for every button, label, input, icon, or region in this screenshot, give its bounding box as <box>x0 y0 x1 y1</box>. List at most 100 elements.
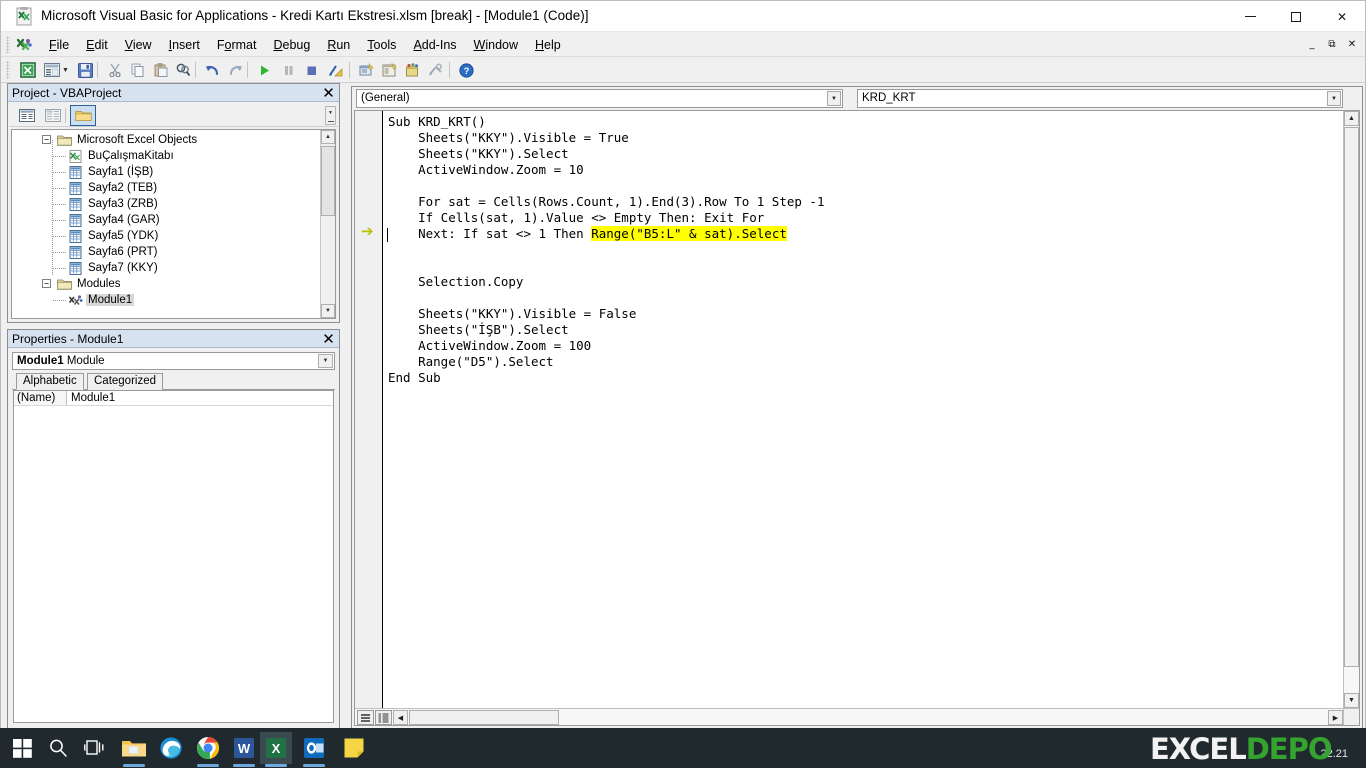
task-view-icon[interactable] <box>78 732 110 764</box>
tree-scroll-down-button[interactable]: ▼ <box>321 304 335 318</box>
scroll-left-button[interactable]: ◀ <box>393 710 408 725</box>
copy-icon[interactable] <box>127 60 148 80</box>
redo-icon[interactable] <box>225 60 246 80</box>
menu-format[interactable]: Format <box>209 35 265 55</box>
vertical-scroll-thumb[interactable] <box>1344 127 1359 667</box>
toggle-folders-icon[interactable] <box>70 105 96 126</box>
word-icon[interactable]: W <box>228 732 260 767</box>
tab-categorized[interactable]: Categorized <box>87 373 164 390</box>
menu-debug[interactable]: Debug <box>265 35 318 55</box>
run-icon[interactable] <box>254 60 275 80</box>
code-horizontal-scrollbar[interactable]: ◀ ▶ <box>355 708 1343 725</box>
mdi-restore-button[interactable]: ⧉ <box>1323 36 1341 53</box>
properties-object-selector[interactable]: Module1 Module ▼ <box>12 352 335 370</box>
scroll-up-button[interactable]: ▲ <box>1344 111 1359 126</box>
properties-object-dropdown-arrow[interactable]: ▼ <box>318 354 333 368</box>
menu-tools[interactable]: Tools <box>359 35 404 55</box>
sticky-notes-icon[interactable] <box>338 732 370 764</box>
find-icon[interactable] <box>173 60 194 80</box>
procedure-dropdown[interactable]: KRD_KRT ▼ <box>857 89 1343 108</box>
code-window: (General) ▼ KRD_KRT ▼ ➔ Sub KRD_KRT() Sh… <box>351 86 1363 729</box>
tree-node-modules[interactable]: − Modules <box>12 276 319 292</box>
code-line: Sheets("KKY").Visible = False <box>388 306 637 321</box>
cut-icon[interactable] <box>104 60 125 80</box>
project-explorer-close-button[interactable]: ✕ <box>320 84 337 102</box>
full-module-view-button[interactable] <box>375 710 392 725</box>
procedure-dropdown-arrow[interactable]: ▼ <box>1327 91 1341 106</box>
menu-help[interactable]: Help <box>527 35 569 55</box>
tree-node-sheet7[interactable]: Sayfa7 (KKY) <box>12 260 319 276</box>
view-object-icon[interactable] <box>41 106 65 125</box>
code-vertical-scrollbar[interactable]: ▲ ▼ <box>1343 111 1359 708</box>
tree-scroll-up-button[interactable]: ▲ <box>321 130 335 144</box>
search-icon[interactable] <box>42 732 74 764</box>
excel-icon[interactable]: X <box>260 732 292 767</box>
object-dropdown[interactable]: (General) ▼ <box>356 89 843 108</box>
menu-run[interactable]: Run <box>319 35 358 55</box>
view-excel-icon[interactable] <box>17 60 38 80</box>
help-icon[interactable]: ? <box>456 60 477 80</box>
paste-icon[interactable] <box>150 60 171 80</box>
tree-node-sheet3[interactable]: Sayfa3 (ZRB) <box>12 196 319 212</box>
tree-node-sheet6[interactable]: Sayfa6 (PRT) <box>12 244 319 260</box>
outlook-icon[interactable] <box>298 732 330 767</box>
tree-node-workbook[interactable]: BuÇalışmaKitabı <box>12 148 319 164</box>
property-value[interactable]: Module1 <box>67 391 333 405</box>
tree-node-excel-objects[interactable]: − Microsoft Excel Objects <box>12 132 319 148</box>
scroll-right-button[interactable]: ▶ <box>1328 710 1343 725</box>
undo-icon[interactable] <box>202 60 223 80</box>
start-button[interactable] <box>6 732 38 764</box>
tree-node-sheet5[interactable]: Sayfa5 (YDK) <box>12 228 319 244</box>
break-icon[interactable] <box>278 60 299 80</box>
tree-scroll-thumb[interactable] <box>321 146 335 216</box>
menu-file[interactable]: FFileile <box>41 35 77 55</box>
menu-window[interactable]: Window <box>466 35 526 55</box>
project-explorer-overflow-button[interactable]: ▼ <box>325 106 336 125</box>
toolbox-icon[interactable] <box>425 60 446 80</box>
tree-node-sheet1[interactable]: Sayfa1 (İŞB) <box>12 164 319 180</box>
window-maximize-button[interactable] <box>1273 1 1319 32</box>
reset-icon[interactable] <box>301 60 322 80</box>
tree-node-sheet2[interactable]: Sayfa2 (TEB) <box>12 180 319 196</box>
object-dropdown-arrow[interactable]: ▼ <box>827 91 841 106</box>
toolbar-grip[interactable] <box>6 61 10 79</box>
object-browser-icon[interactable] <box>402 60 423 80</box>
procedure-dropdown-value: KRD_KRT <box>862 92 916 104</box>
view-code-icon[interactable] <box>15 106 39 125</box>
window-close-button[interactable]: ✕ <box>1319 1 1365 32</box>
window-minimize-button[interactable] <box>1227 1 1273 32</box>
properties-panel: Properties - Module1 ✕ Module1 Module ▼ … <box>7 329 340 729</box>
tree-expander-modules[interactable]: − <box>42 279 51 288</box>
menu-insert[interactable]: Insert <box>161 35 208 55</box>
menu-view[interactable]: View <box>117 35 160 55</box>
tab-alphabetic[interactable]: Alphabetic <box>16 373 84 390</box>
file-explorer-icon[interactable] <box>118 732 150 767</box>
menubar-grip[interactable] <box>6 36 10 53</box>
property-row[interactable]: (Name) Module1 <box>14 391 333 406</box>
edge-icon[interactable] <box>155 732 187 764</box>
insert-module-icon[interactable] <box>41 60 62 80</box>
tree-node-sheet4[interactable]: Sayfa4 (GAR) <box>12 212 319 228</box>
mdi-minimize-button[interactable]: _ <box>1303 36 1321 53</box>
mdi-close-button[interactable]: ✕ <box>1343 36 1361 53</box>
properties-panel-close-button[interactable]: ✕ <box>320 330 337 348</box>
system-tray-clock[interactable]: 22.21 <box>1320 748 1348 760</box>
menu-addins[interactable]: Add-Ins <box>405 35 464 55</box>
project-explorer-icon[interactable] <box>356 60 377 80</box>
horizontal-scroll-thumb[interactable] <box>409 710 559 725</box>
properties-window-icon[interactable] <box>379 60 400 80</box>
project-tree-scrollbar[interactable]: ▲ ▼ <box>320 130 335 318</box>
scroll-down-button[interactable]: ▼ <box>1344 693 1359 708</box>
code-text-area[interactable]: Sub KRD_KRT() Sheets("KKY").Visible = Tr… <box>384 111 1342 707</box>
chrome-icon[interactable] <box>192 732 224 767</box>
tree-node-module1[interactable]: Module1 <box>12 292 319 308</box>
code-margin-indicator-bar[interactable]: ➔ <box>355 111 383 725</box>
save-icon[interactable] <box>75 60 96 80</box>
menu-edit[interactable]: Edit <box>78 35 116 55</box>
procedure-view-button[interactable] <box>357 710 374 725</box>
insert-dropdown-arrow[interactable]: ▼ <box>61 66 70 75</box>
code-editor[interactable]: ➔ Sub KRD_KRT() Sheets("KKY").Visible = … <box>354 110 1360 726</box>
design-mode-icon[interactable] <box>325 60 346 80</box>
tree-expander-excel-objects[interactable]: − <box>42 135 51 144</box>
tree-label: Module1 <box>86 294 135 306</box>
